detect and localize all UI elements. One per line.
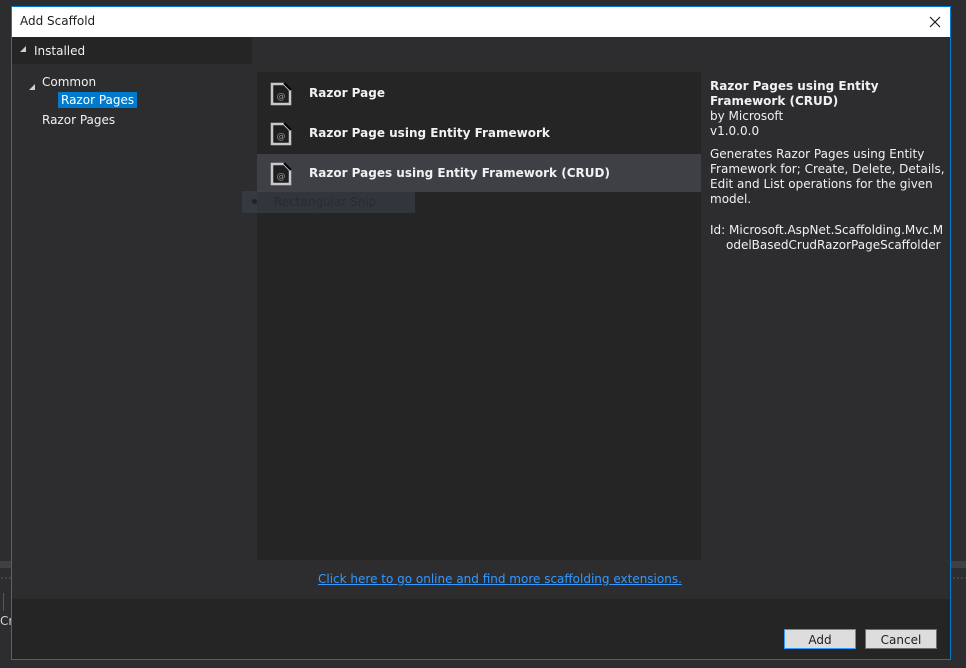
installed-label: Installed xyxy=(34,44,86,58)
close-icon xyxy=(929,16,941,28)
template-details: Razor Pages using Entity Framework (CRUD… xyxy=(710,79,946,253)
svg-text:@: @ xyxy=(277,172,286,182)
add-button[interactable]: Add xyxy=(784,629,856,649)
details-version: v1.0.0.0 xyxy=(710,124,760,138)
close-button[interactable] xyxy=(924,11,946,33)
expand-arrow-icon[interactable] xyxy=(29,84,35,90)
template-item-razor-page[interactable]: @ Razor Page xyxy=(257,74,701,112)
razor-file-icon: @ xyxy=(270,162,292,186)
template-label: Razor Page using Entity Framework xyxy=(309,126,550,140)
snip-label: Rectangular Snip xyxy=(274,195,377,209)
rectangular-snip-overlay: Rectangular Snip xyxy=(242,191,415,213)
tree-item-common[interactable]: Common xyxy=(42,75,96,89)
expand-arrow-icon xyxy=(20,46,26,52)
details-author: by Microsoft xyxy=(710,109,784,123)
tree-item-razor-pages[interactable]: Razor Pages xyxy=(42,113,115,127)
snip-bullet-icon xyxy=(252,199,257,204)
razor-file-icon: @ xyxy=(270,122,292,146)
template-label: Razor Pages using Entity Framework (CRUD… xyxy=(309,166,610,180)
details-id-value: Microsoft.AspNet.Scaffolding.Mvc.ModelBa… xyxy=(726,223,944,252)
template-item-razor-pages-ef-crud[interactable]: @ Razor Pages using Entity Framework (CR… xyxy=(257,154,701,192)
dialog-footer: Add Cancel xyxy=(12,599,950,659)
details-id: Id: Microsoft.AspNet.Scaffolding.Mvc.Mod… xyxy=(710,223,946,253)
details-id-label: Id: xyxy=(710,223,726,237)
tree-item-label: Common xyxy=(42,75,97,89)
background-divider xyxy=(3,593,4,611)
category-tree-panel: Installed Common Razor Pages Razor Pages xyxy=(12,37,252,599)
online-extensions-link[interactable]: Click here to go online and find more sc… xyxy=(318,572,682,586)
cancel-button[interactable]: Cancel xyxy=(865,629,937,649)
tree-item-label: Razor Pages xyxy=(42,113,116,127)
template-label: Razor Page xyxy=(309,86,385,100)
installed-header[interactable]: Installed xyxy=(12,37,252,64)
tree-item-label: Razor Pages xyxy=(58,92,138,108)
tree-item-razor-pages-selected[interactable]: Razor Pages xyxy=(58,92,138,108)
svg-text:@: @ xyxy=(277,132,286,142)
template-list: @ Razor Page @ Razor Page using Entity F… xyxy=(257,72,701,560)
details-title: Razor Pages using Entity Framework (CRUD… xyxy=(710,79,879,108)
svg-text:@: @ xyxy=(277,92,286,102)
dialog-title: Add Scaffold xyxy=(20,14,96,28)
details-description: Generates Razor Pages using Entity Frame… xyxy=(710,147,945,206)
title-bar: Add Scaffold xyxy=(12,7,950,37)
template-item-razor-page-ef[interactable]: @ Razor Page using Entity Framework xyxy=(257,114,701,152)
add-scaffold-dialog: Add Scaffold Installed Common Razor Page… xyxy=(11,6,951,660)
razor-file-icon: @ xyxy=(270,82,292,106)
